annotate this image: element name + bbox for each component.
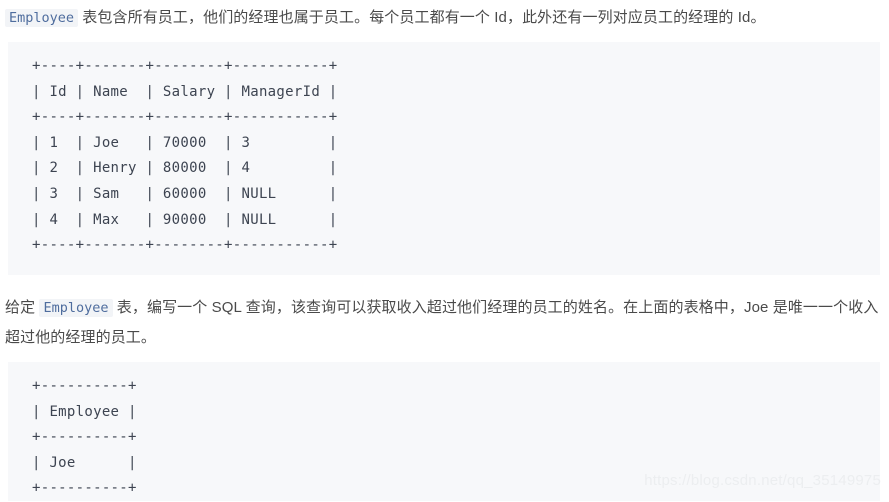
paragraph-employee-description-text: 表包含所有员工，他们的经理也属于员工。每个员工都有一个 Id，此外还有一列对应员…	[78, 9, 766, 26]
code-block-employee-table: +----+-------+--------+-----------+ | Id…	[8, 42, 880, 275]
paragraph-question: 给定 Employee 表，编写一个 SQL 查询，该查询可以获取收入超过他们经…	[0, 293, 889, 353]
watermark: https://blog.csdn.net/qq_35149975	[644, 472, 881, 489]
paragraph-employee-description: Employee 表包含所有员工，他们的经理也属于员工。每个员工都有一个 Id，…	[0, 3, 889, 33]
inline-code-employee-2: Employee	[39, 299, 113, 317]
inline-code-employee: Employee	[5, 9, 79, 27]
code-block-employee-table-content: +----+-------+--------+-----------+ | Id…	[32, 58, 338, 254]
article-page: Employee 表包含所有员工，他们的经理也属于员工。每个员工都有一个 Id，…	[0, 0, 889, 501]
paragraph-question-text: 表，编写一个 SQL 查询，该查询可以获取收入超过他们经理的员工的姓名。在上面的…	[5, 299, 879, 346]
paragraph-question-prefix: 给定	[5, 299, 40, 316]
